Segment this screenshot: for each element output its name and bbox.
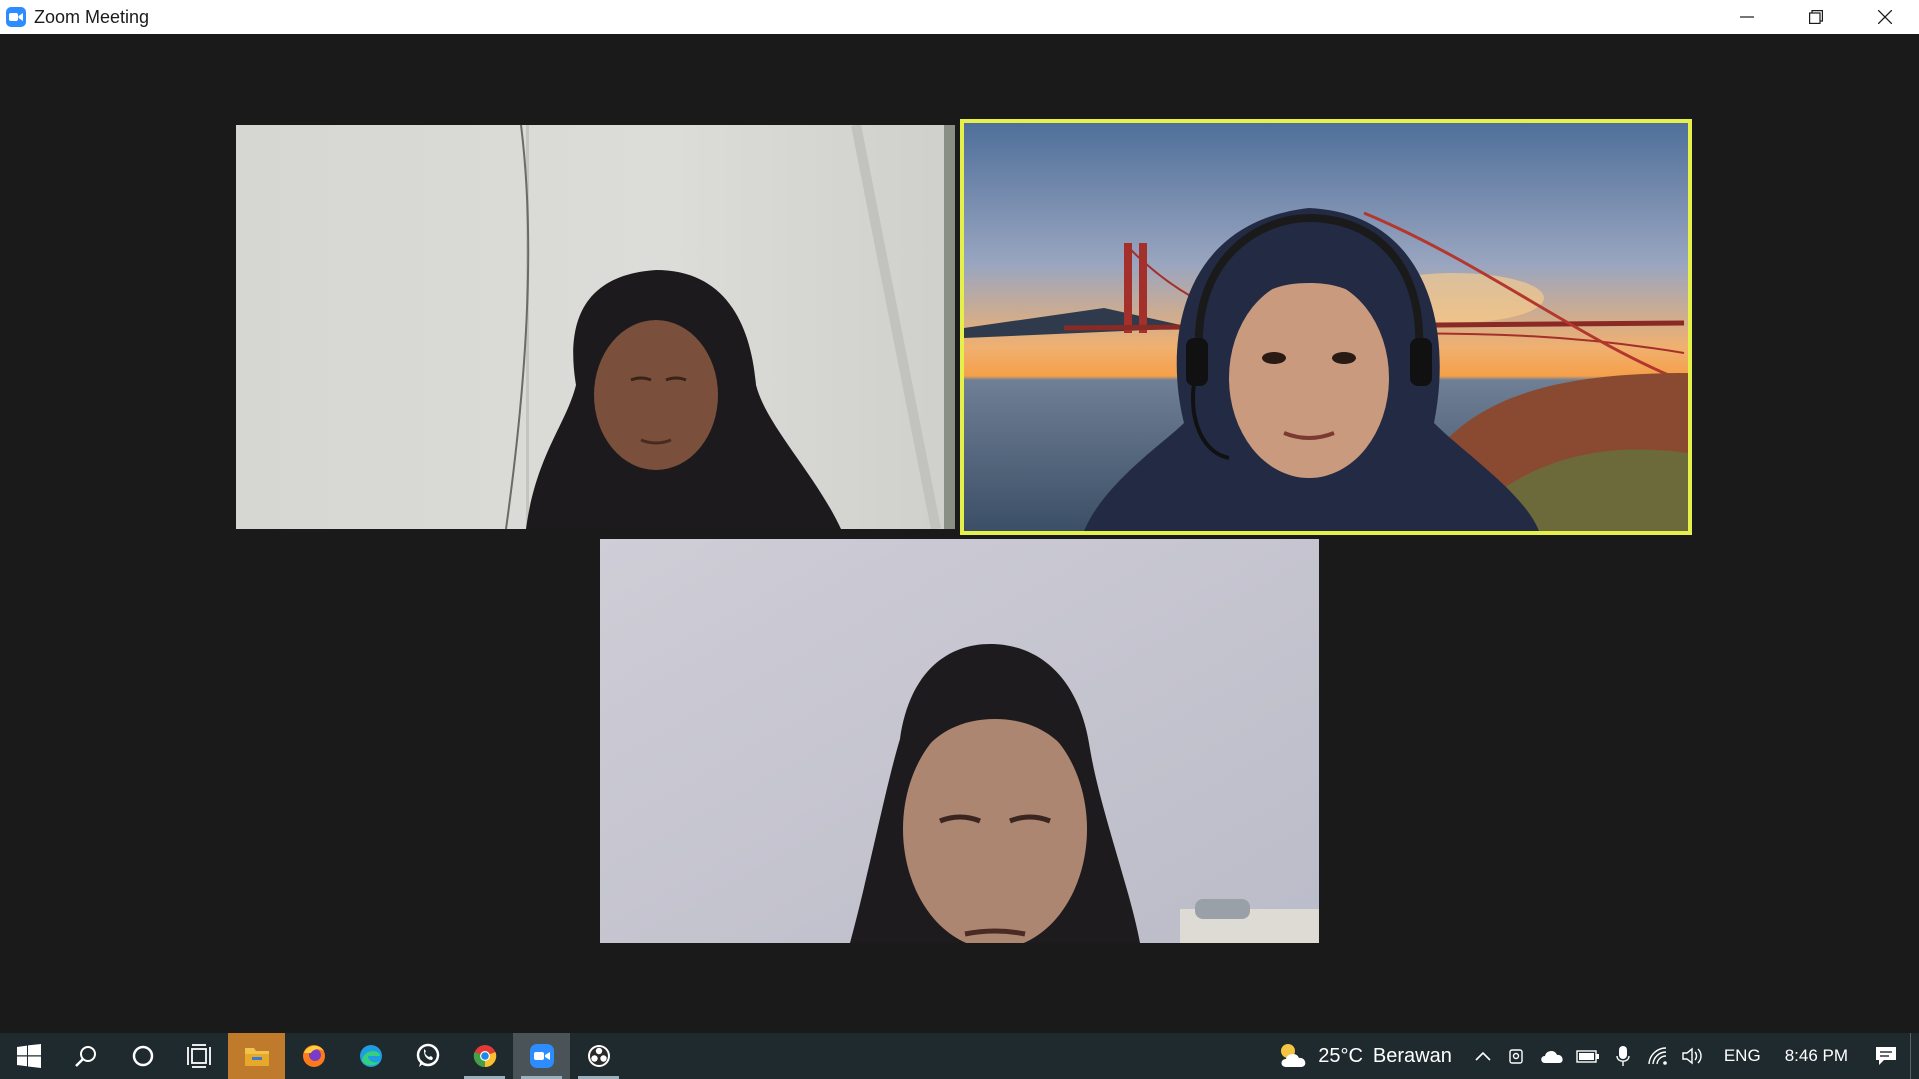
show-desktop-button[interactable]	[1910, 1033, 1919, 1079]
weather-temperature: 25°C	[1318, 1044, 1363, 1067]
input-language[interactable]: ENG	[1724, 1046, 1761, 1066]
close-button[interactable]	[1850, 0, 1919, 34]
start-icon	[16, 1044, 41, 1068]
zoom-icon	[529, 1044, 554, 1068]
weather-description: Berawan	[1372, 1044, 1452, 1067]
microphone-icon	[1616, 1046, 1630, 1066]
title-bar: Zoom Meeting	[0, 0, 1919, 34]
start-button[interactable]	[0, 1033, 57, 1079]
chrome-icon	[473, 1045, 496, 1068]
action-center-button[interactable]	[1862, 1033, 1910, 1079]
firefox-button[interactable]	[285, 1033, 342, 1079]
restore-icon	[1808, 10, 1823, 24]
notification-icon	[1876, 1047, 1896, 1065]
close-icon	[1877, 10, 1892, 24]
whatsapp-icon	[416, 1043, 439, 1067]
file-explorer-icon	[244, 1048, 269, 1066]
speaker-icon	[1682, 1047, 1702, 1065]
windows-taskbar: 25°C Berawan ENG 8:46 PM	[0, 1033, 1919, 1079]
show-hidden-icons-button[interactable]	[1466, 1033, 1500, 1079]
cortana-button[interactable]	[114, 1033, 171, 1079]
cortana-icon	[132, 1045, 153, 1067]
participant-video-3[interactable]	[600, 539, 1319, 943]
firefox-icon	[302, 1045, 325, 1067]
battery-button[interactable]	[1570, 1033, 1606, 1079]
microphone-button[interactable]	[1606, 1033, 1640, 1079]
edge-button[interactable]	[342, 1033, 399, 1079]
onedrive-button[interactable]	[1534, 1033, 1570, 1079]
chrome-button[interactable]	[456, 1033, 513, 1079]
task-view-button[interactable]	[171, 1033, 228, 1079]
clock[interactable]: 8:46 PM	[1785, 1046, 1848, 1066]
window-title: Zoom Meeting	[34, 6, 150, 27]
meeting-gallery	[0, 34, 1919, 1033]
camera-icon	[1509, 1049, 1523, 1064]
battery-icon	[1576, 1050, 1599, 1063]
chevron-up-icon	[1475, 1051, 1491, 1061]
partly-cloudy-icon	[1281, 1044, 1306, 1067]
minimize-icon	[1739, 16, 1754, 18]
edge-icon	[359, 1045, 382, 1067]
obs-icon	[587, 1045, 610, 1067]
cloud-icon	[1541, 1050, 1563, 1063]
search-icon	[74, 1046, 96, 1067]
file-explorer-button[interactable]	[228, 1033, 285, 1079]
participant-video-2-active-speaker[interactable]	[960, 119, 1692, 535]
meet-now-button[interactable]	[1500, 1033, 1534, 1079]
search-button[interactable]	[57, 1033, 114, 1079]
minimize-button[interactable]	[1712, 0, 1781, 34]
obs-button[interactable]	[570, 1033, 627, 1079]
volume-button[interactable]	[1676, 1033, 1710, 1079]
task-view-icon	[186, 1044, 211, 1068]
restore-button[interactable]	[1781, 0, 1850, 34]
zoom-app-icon	[6, 7, 26, 27]
zoom-button[interactable]	[513, 1033, 570, 1079]
whatsapp-button[interactable]	[399, 1033, 456, 1079]
participant-video-1[interactable]	[236, 125, 955, 529]
network-button[interactable]	[1640, 1033, 1676, 1079]
weather-widget[interactable]: 25°C Berawan	[1276, 1033, 1466, 1079]
wifi-icon	[1648, 1047, 1667, 1065]
system-tray: 25°C Berawan ENG 8:46 PM	[1276, 1033, 1919, 1079]
